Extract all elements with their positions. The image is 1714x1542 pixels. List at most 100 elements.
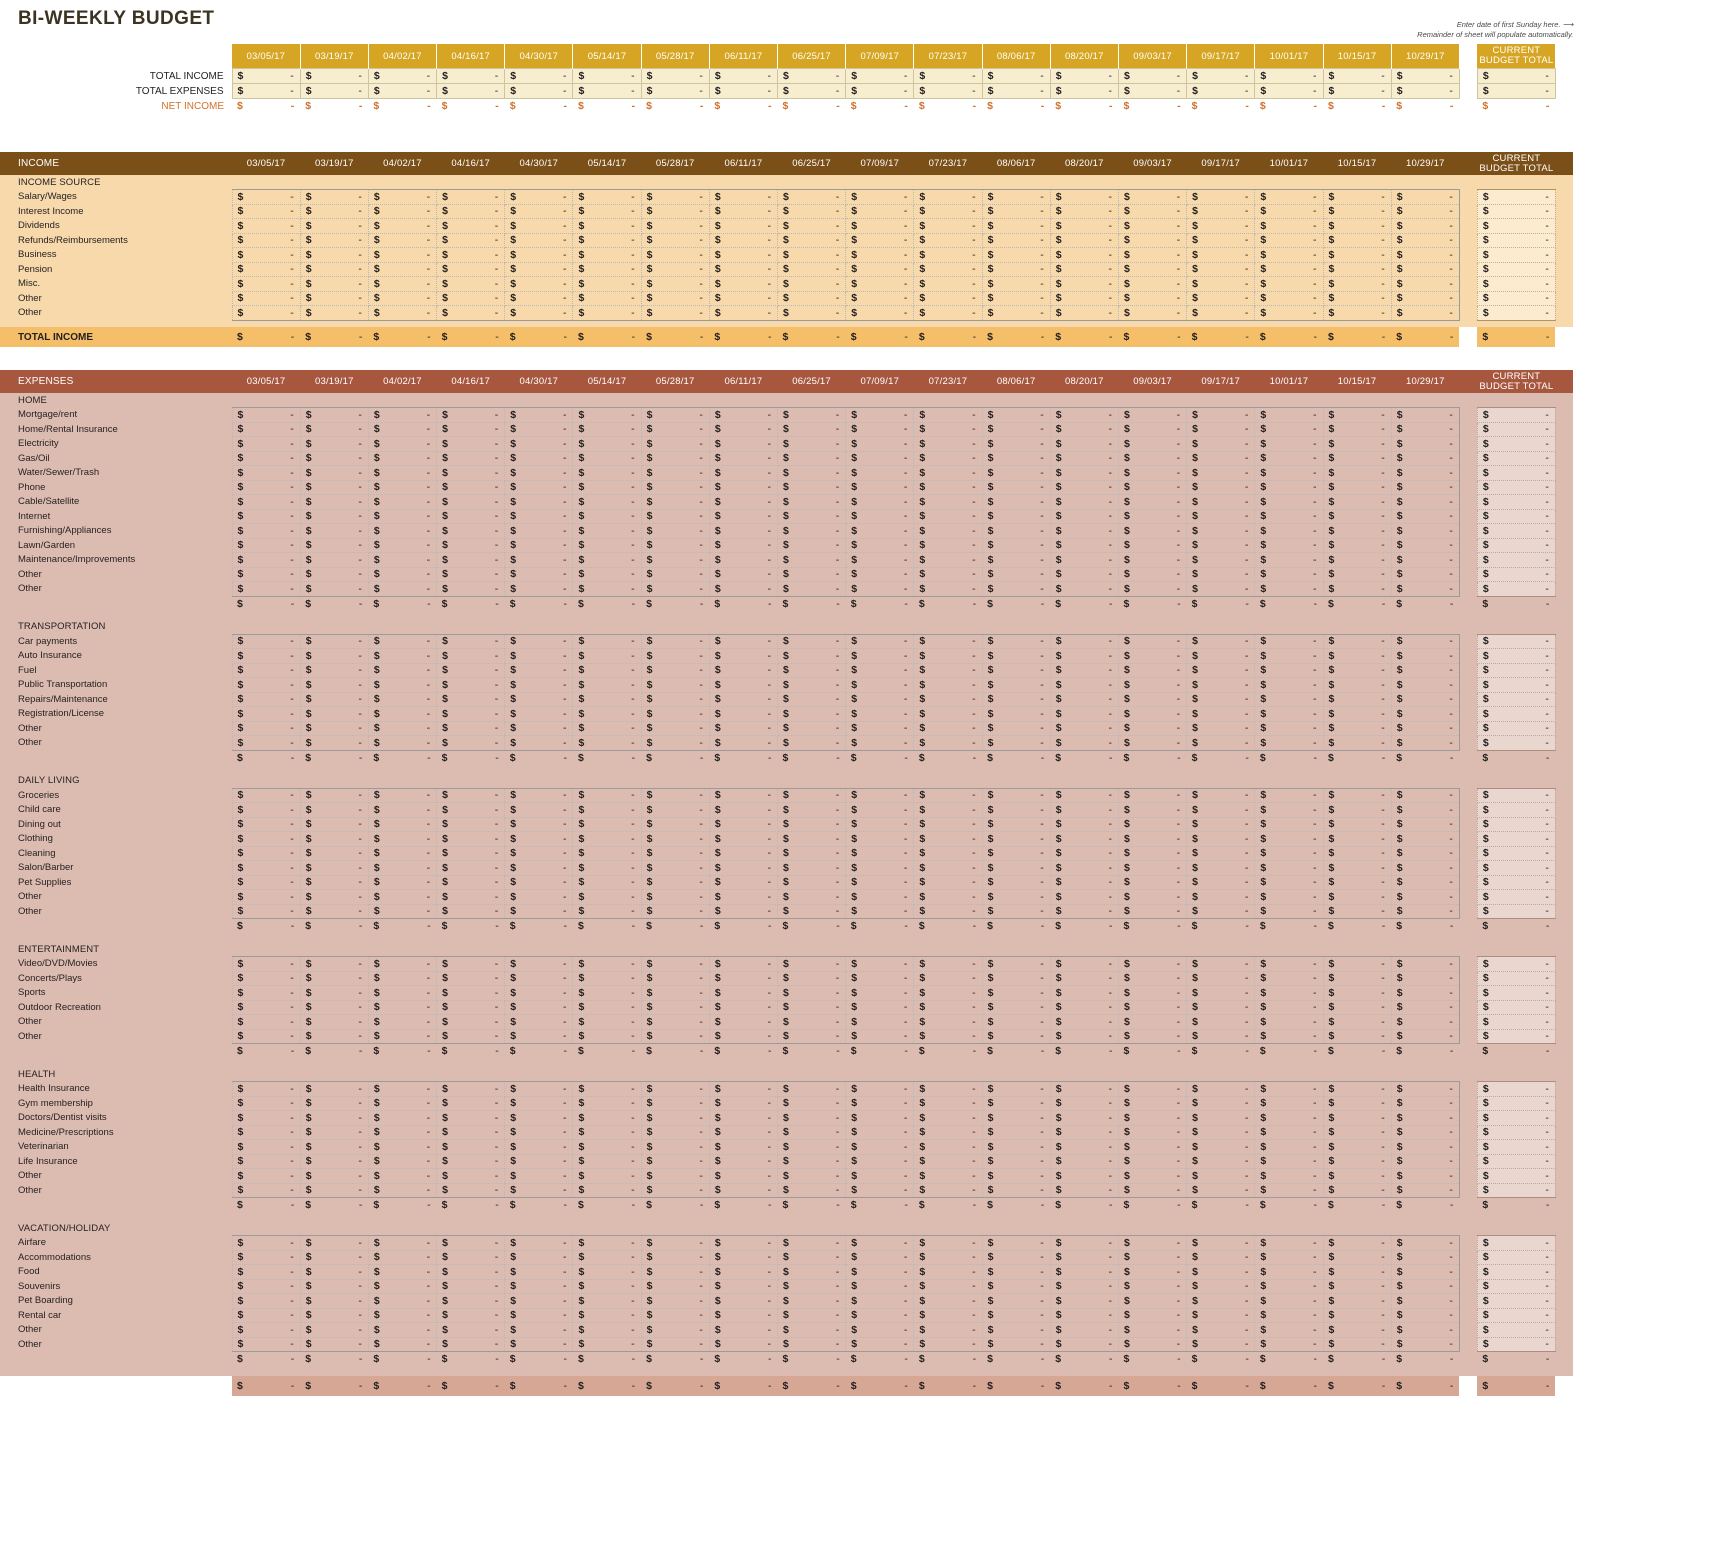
summary-amount-1-10[interactable]: $ -	[914, 84, 982, 99]
summary-amount-0-9[interactable]: $ -	[846, 69, 914, 84]
income-amount-1-9[interactable]: $ -	[846, 204, 914, 219]
expenses-amount-2-1-9[interactable]: $ -	[846, 803, 914, 818]
expenses-amount-0-1-8[interactable]: $ -	[778, 422, 846, 437]
income-amount-2-17[interactable]: $ -	[1391, 219, 1459, 234]
income-amount-8-17[interactable]: $ -	[1391, 306, 1459, 321]
expenses-amount-4-3-4[interactable]: $ -	[505, 1125, 573, 1140]
expenses-amount-0-8-12[interactable]: $ -	[1050, 524, 1118, 539]
income-row-total-8[interactable]: $ -	[1477, 306, 1555, 321]
expenses-amount-2-8-14[interactable]: $ -	[1187, 904, 1255, 919]
income-amount-7-6[interactable]: $ -	[641, 291, 709, 306]
expenses-amount-0-4-14[interactable]: $ -	[1187, 466, 1255, 481]
expenses-amount-3-3-3[interactable]: $ -	[437, 1000, 505, 1015]
expenses-amount-4-4-14[interactable]: $ -	[1187, 1140, 1255, 1155]
expenses-amount-0-10-14[interactable]: $ -	[1187, 553, 1255, 568]
money-cell[interactable]: $ -	[232, 327, 300, 347]
expenses-amount-1-3-17[interactable]: $ -	[1391, 678, 1459, 693]
money-cell[interactable]: $ -	[846, 69, 913, 83]
summary-total-0[interactable]: $ -	[1477, 69, 1555, 84]
income-amount-1-8[interactable]: $ -	[778, 204, 846, 219]
expenses-amount-0-1-17[interactable]: $ -	[1391, 422, 1459, 437]
expenses-amount-0-4-10[interactable]: $ -	[914, 466, 982, 481]
expenses-amount-2-0-1[interactable]: $ -	[300, 788, 368, 803]
expenses-row-total-3-3[interactable]: $ -	[1477, 1000, 1555, 1015]
expenses-amount-3-3-10[interactable]: $ -	[914, 1000, 982, 1015]
expenses-amount-1-0-0[interactable]: $ -	[232, 634, 300, 649]
summary-date-header-7[interactable]: 06/11/17	[709, 44, 777, 69]
income-amount-0-7[interactable]: $ -	[709, 190, 777, 205]
expenses-amount-0-0-13[interactable]: $ -	[1118, 408, 1186, 423]
income-amount-6-5[interactable]: $ -	[573, 277, 641, 292]
income-amount-2-16[interactable]: $ -	[1323, 219, 1391, 234]
expenses-amount-3-5-0[interactable]: $ -	[232, 1029, 300, 1044]
summary-amount-1-1[interactable]: $ -	[300, 84, 368, 99]
expenses-amount-0-12-9[interactable]: $ -	[846, 582, 914, 597]
expenses-amount-3-4-17[interactable]: $ -	[1391, 1015, 1459, 1030]
expenses-amount-3-1-9[interactable]: $ -	[846, 971, 914, 986]
income-amount-3-8[interactable]: $ -	[778, 233, 846, 248]
money-cell[interactable]: $ -	[1477, 751, 1555, 765]
expenses-amount-1-0-9[interactable]: $ -	[846, 634, 914, 649]
expenses-amount-3-0-7[interactable]: $ -	[709, 957, 777, 972]
expenses-amount-1-1-7[interactable]: $ -	[709, 649, 777, 664]
money-cell[interactable]: $ -	[1323, 99, 1391, 114]
money-cell[interactable]: $ -	[710, 84, 777, 98]
expenses-amount-1-5-10[interactable]: $ -	[914, 707, 982, 722]
expenses-amount-1-2-12[interactable]: $ -	[1050, 663, 1118, 678]
expenses-amount-0-3-0[interactable]: $ -	[232, 451, 300, 466]
money-cell[interactable]: $ -	[778, 84, 845, 98]
expenses-row-total-0-9[interactable]: $ -	[1477, 538, 1555, 553]
expenses-amount-4-3-1[interactable]: $ -	[300, 1125, 368, 1140]
expenses-amount-0-10-13[interactable]: $ -	[1118, 553, 1186, 568]
expenses-amount-2-2-7[interactable]: $ -	[709, 817, 777, 832]
expenses-amount-0-8-9[interactable]: $ -	[846, 524, 914, 539]
money-cell[interactable]: $ -	[1323, 1044, 1391, 1058]
expenses-amount-2-7-9[interactable]: $ -	[846, 890, 914, 905]
expenses-amount-3-5-15[interactable]: $ -	[1255, 1029, 1323, 1044]
income-grand-total[interactable]: $ -	[1477, 327, 1555, 347]
expenses-amount-2-5-17[interactable]: $ -	[1391, 861, 1459, 876]
expenses-amount-2-3-2[interactable]: $ -	[368, 832, 436, 847]
expenses-amount-4-4-16[interactable]: $ -	[1323, 1140, 1391, 1155]
expenses-amount-2-7-13[interactable]: $ -	[1118, 890, 1186, 905]
income-total-amount-5[interactable]: $ -	[573, 327, 641, 347]
expenses-amount-2-0-16[interactable]: $ -	[1323, 788, 1391, 803]
money-cell[interactable]: $ -	[437, 751, 505, 765]
income-amount-0-13[interactable]: $ -	[1118, 190, 1186, 205]
expenses-amount-2-8-4[interactable]: $ -	[505, 904, 573, 919]
expenses-amount-1-3-15[interactable]: $ -	[1255, 678, 1323, 693]
income-total-amount-11[interactable]: $ -	[982, 327, 1050, 347]
income-amount-7-7[interactable]: $ -	[709, 291, 777, 306]
income-amount-5-6[interactable]: $ -	[641, 262, 709, 277]
expenses-amount-1-0-13[interactable]: $ -	[1118, 634, 1186, 649]
money-cell[interactable]: $ -	[232, 597, 300, 611]
expenses-amount-1-6-9[interactable]: $ -	[846, 721, 914, 736]
income-amount-8-13[interactable]: $ -	[1118, 306, 1186, 321]
money-cell[interactable]: $ -	[505, 69, 572, 83]
expenses-amount-2-4-11[interactable]: $ -	[982, 846, 1050, 861]
expenses-amount-2-2-10[interactable]: $ -	[914, 817, 982, 832]
income-amount-4-8[interactable]: $ -	[778, 248, 846, 263]
money-cell[interactable]: $ -	[1118, 919, 1186, 933]
expenses-amount-0-8-15[interactable]: $ -	[1255, 524, 1323, 539]
expenses-amount-0-5-5[interactable]: $ -	[573, 480, 641, 495]
income-amount-8-1[interactable]: $ -	[300, 306, 368, 321]
income-amount-3-3[interactable]: $ -	[437, 233, 505, 248]
expenses-amount-2-7-12[interactable]: $ -	[1050, 890, 1118, 905]
expenses-amount-4-4-15[interactable]: $ -	[1255, 1140, 1323, 1155]
expenses-amount-3-4-0[interactable]: $ -	[232, 1015, 300, 1030]
expenses-amount-3-1-13[interactable]: $ -	[1118, 971, 1186, 986]
expenses-amount-1-6-0[interactable]: $ -	[232, 721, 300, 736]
summary-amount-2-10[interactable]: $ -	[914, 99, 982, 114]
expenses-amount-2-5-10[interactable]: $ -	[914, 861, 982, 876]
expenses-amount-1-5-9[interactable]: $ -	[846, 707, 914, 722]
income-amount-7-3[interactable]: $ -	[437, 291, 505, 306]
expenses-amount-1-4-8[interactable]: $ -	[778, 692, 846, 707]
expenses-amount-0-6-7[interactable]: $ -	[709, 495, 777, 510]
expenses-amount-1-0-7[interactable]: $ -	[709, 634, 777, 649]
expenses-amount-2-2-3[interactable]: $ -	[437, 817, 505, 832]
expenses-amount-2-2-2[interactable]: $ -	[368, 817, 436, 832]
expenses-amount-3-3-17[interactable]: $ -	[1391, 1000, 1459, 1015]
expenses-amount-0-11-9[interactable]: $ -	[846, 567, 914, 582]
income-amount-2-3[interactable]: $ -	[437, 219, 505, 234]
